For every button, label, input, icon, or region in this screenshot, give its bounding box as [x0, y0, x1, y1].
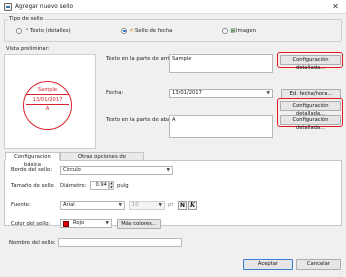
italic-button[interactable]: K: [188, 201, 197, 210]
font-select[interactable]: Arial ▼: [60, 201, 125, 210]
seal-divider-top: [26, 94, 69, 95]
window-title: Agregar nuevo sello: [15, 3, 74, 10]
resize-grip-icon[interactable]: ⋰: [339, 271, 345, 277]
border-select[interactable]: Círculo ▼: [60, 166, 173, 175]
chevron-down-icon: ▼: [118, 203, 122, 208]
radio-text-details-label[interactable]: Texto (detalles): [30, 28, 71, 34]
date-combo[interactable]: 13/01/2017 ▼: [169, 89, 273, 98]
date-value: 13/01/2017: [172, 90, 202, 96]
radio-image-label[interactable]: Imagen: [236, 28, 256, 34]
stamp-name-input[interactable]: [58, 238, 182, 247]
color-swatch: [63, 221, 69, 227]
stamp-name-label: Nombre del sello:: [9, 240, 56, 246]
date-label: Fecha:: [106, 90, 124, 96]
cancel-button[interactable]: Cancelar: [296, 259, 341, 270]
top-text-value: Sample: [172, 56, 192, 62]
more-colors-button[interactable]: Más colores...: [117, 219, 161, 229]
seal-bottom-text: A: [45, 106, 50, 112]
ok-button[interactable]: Aceptar: [243, 259, 293, 270]
top-text-field[interactable]: Sample: [169, 54, 273, 73]
diameter-spinner[interactable]: ▲ ▼: [109, 181, 114, 190]
tab-basic-settings[interactable]: Configuración básica: [5, 152, 60, 168]
diameter-unit: pulg: [117, 183, 129, 189]
chevron-down-icon: ▼: [166, 168, 170, 173]
font-value: Arial: [63, 202, 75, 208]
font-label: Fuente:: [11, 202, 31, 208]
diameter-label: Diámetro:: [60, 183, 87, 189]
basic-settings-panel: [4, 160, 342, 226]
border-value: Círculo: [63, 167, 81, 173]
bottom-text-label: Texto en la parte de abajo:: [106, 117, 177, 123]
bottom-detail-button[interactable]: Configuración detallada...: [280, 115, 341, 131]
color-label: Color del sello:: [11, 221, 51, 227]
chevron-down-icon: ▼: [105, 221, 109, 226]
top-text-label: Texto en la parte de arriba:: [106, 56, 178, 62]
chevron-down-icon: ▼: [158, 203, 162, 208]
radio-date-stamp[interactable]: [121, 27, 127, 34]
font-size-unit: pt: [168, 202, 174, 208]
seal-date-text: 13/01/2017: [32, 96, 63, 103]
bottom-text-value: A: [172, 117, 176, 123]
color-select[interactable]: Rojo ▼: [60, 219, 112, 228]
top-detail-button[interactable]: Configuración detallada...: [280, 55, 341, 71]
diameter-input[interactable]: 0.94: [90, 181, 109, 190]
close-button[interactable]: ✕: [330, 2, 341, 12]
preview-label: Vista preliminar:: [6, 46, 50, 52]
radio-image[interactable]: [222, 27, 228, 34]
chevron-down-icon: ▼: [266, 91, 270, 96]
size-label: Tamaño de sello: [11, 183, 54, 189]
bold-button[interactable]: N: [178, 201, 187, 210]
radio-date-stamp-label[interactable]: Sello de fecha: [135, 28, 172, 34]
app-icon: [4, 3, 12, 11]
color-value: Rojo: [73, 220, 85, 226]
bottom-text-field[interactable]: A: [169, 115, 273, 138]
middle-detail-button[interactable]: Configuración detallada...: [280, 101, 341, 117]
stamp-type-label: Tipo de sello: [8, 15, 44, 22]
seal-divider-bottom: [26, 104, 69, 105]
radio-text-details[interactable]: [16, 27, 22, 34]
font-size-value: 10: [132, 202, 139, 208]
font-size-select[interactable]: 10 ▼: [129, 201, 165, 210]
seal-top-text: Sample: [37, 87, 58, 93]
